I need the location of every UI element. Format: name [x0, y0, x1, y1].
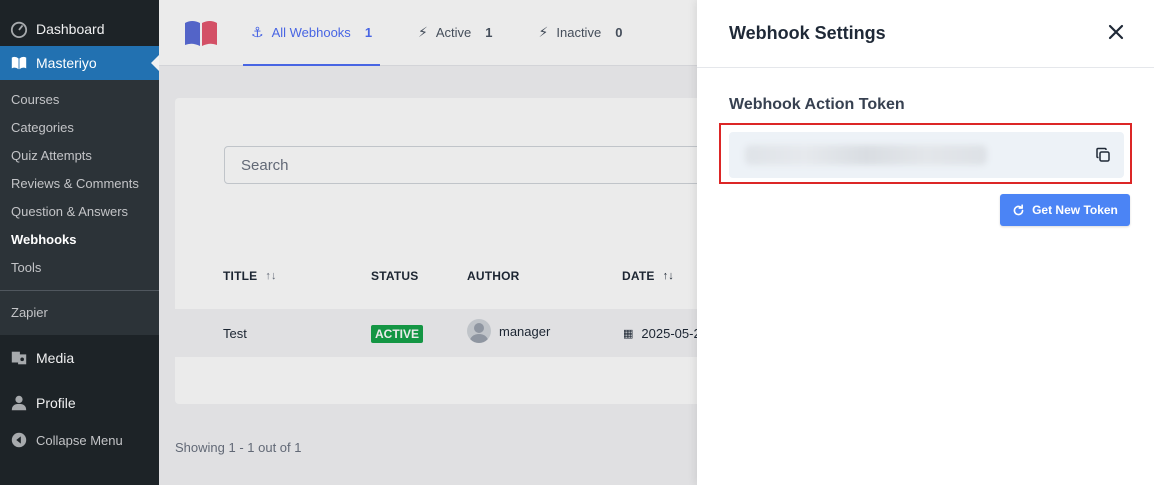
- get-new-token-button[interactable]: Get New Token: [1000, 194, 1130, 226]
- submenu-item-courses[interactable]: Courses: [0, 86, 159, 114]
- sidebar-item-dashboard[interactable]: Dashboard: [0, 12, 159, 46]
- token-value-blurred: [745, 145, 987, 165]
- sidebar-item-profile[interactable]: Profile: [0, 380, 159, 425]
- sidebar-item-label: Profile: [36, 394, 76, 411]
- submenu-divider: [0, 290, 159, 291]
- refresh-icon: [1013, 203, 1024, 215]
- sidebar-item-label: Masteriyo: [36, 55, 97, 71]
- webhook-settings-drawer: Webhook Settings Webhook Action Token Ge…: [697, 0, 1154, 485]
- sidebar-item-media[interactable]: Media: [0, 335, 159, 380]
- submenu-item-reviews[interactable]: Reviews & Comments: [0, 170, 159, 198]
- token-label: Webhook Action Token: [729, 96, 905, 113]
- sidebar-item-label: Collapse Menu: [36, 432, 123, 448]
- button-label: Get New Token: [1032, 203, 1118, 217]
- submenu-item-quiz-attempts[interactable]: Quiz Attempts: [0, 142, 159, 170]
- drawer-title: Webhook Settings: [729, 23, 886, 43]
- collapse-menu-button[interactable]: Collapse Menu: [0, 425, 159, 455]
- collapse-icon: [10, 431, 28, 449]
- token-field[interactable]: [729, 132, 1124, 178]
- drawer-header: Webhook Settings: [697, 0, 1154, 68]
- sidebar-item-label: Dashboard: [36, 21, 105, 37]
- submenu-item-categories[interactable]: Categories: [0, 114, 159, 142]
- sidebar-item-masteriyo[interactable]: Masteriyo: [0, 46, 159, 80]
- close-icon[interactable]: [1106, 22, 1126, 42]
- submenu-item-zapier[interactable]: Zapier: [0, 297, 159, 329]
- dashboard-icon: [10, 20, 28, 38]
- admin-sidebar: Dashboard Masteriyo Courses Categories Q…: [0, 0, 159, 485]
- modal-backdrop[interactable]: [159, 0, 697, 485]
- user-icon: [10, 394, 28, 412]
- submenu-item-webhooks[interactable]: Webhooks: [0, 226, 159, 254]
- submenu-item-questions[interactable]: Question & Answers: [0, 198, 159, 226]
- submenu-item-tools[interactable]: Tools: [0, 254, 159, 282]
- media-icon: [10, 349, 28, 367]
- sidebar-item-label: Media: [36, 349, 75, 366]
- masteriyo-submenu: Courses Categories Quiz Attempts Reviews…: [0, 80, 159, 335]
- book-icon: [10, 54, 28, 72]
- copy-icon[interactable]: [1094, 146, 1112, 164]
